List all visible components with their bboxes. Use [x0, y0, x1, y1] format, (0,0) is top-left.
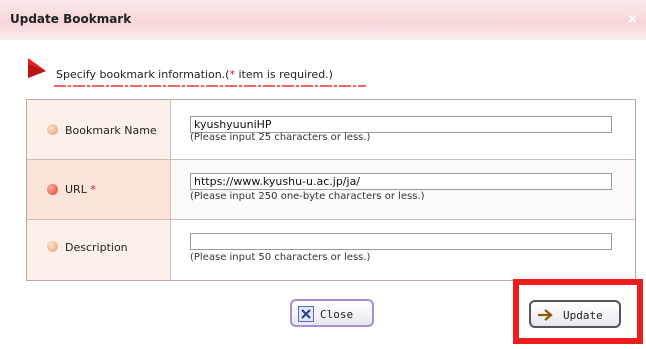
form-row-description: Description (Please input 50 characters … — [27, 220, 635, 280]
value-cell: (Please input 25 characters or less.) — [172, 100, 635, 159]
bookmark-form: Bookmark Name (Please input 25 character… — [26, 99, 636, 281]
bullet-icon — [47, 241, 58, 252]
dialog-close-icon[interactable]: × — [627, 12, 638, 27]
label-cell: Description — [27, 220, 171, 280]
value-cell: (Please input 50 characters or less.) — [172, 220, 635, 280]
bookmark-name-hint: (Please input 25 characters or less.) — [190, 132, 371, 143]
url-hint: (Please input 250 one-byte characters or… — [190, 191, 425, 202]
bullet-icon — [47, 184, 58, 195]
form-row-bookmark-name: Bookmark Name (Please input 25 character… — [27, 100, 635, 160]
close-button[interactable]: Close — [290, 299, 374, 327]
update-highlight-frame — [513, 279, 643, 344]
red-flag-icon — [28, 58, 46, 78]
bullet-icon — [47, 124, 58, 135]
value-cell: (Please input 250 one-byte characters or… — [172, 160, 635, 219]
instruction-underline — [54, 85, 366, 87]
instruction-banner: Specify bookmark information.(* item is … — [28, 58, 368, 88]
label-cell: Bookmark Name — [27, 100, 171, 159]
bookmark-name-label: Bookmark Name — [65, 124, 157, 137]
close-button-label: Close — [320, 308, 354, 321]
form-row-url: URL * (Please input 250 one-byte charact… — [27, 160, 635, 220]
dialog-title-bar: Update Bookmark × — [0, 0, 646, 40]
url-label: URL * — [65, 183, 96, 196]
bookmark-name-input[interactable] — [190, 116, 612, 133]
x-box-icon — [298, 306, 314, 322]
description-input[interactable] — [190, 233, 612, 250]
description-label: Description — [65, 241, 128, 254]
required-mark: * — [90, 183, 96, 196]
dialog-title: Update Bookmark — [10, 12, 132, 26]
label-cell: URL * — [27, 160, 171, 219]
instruction-text: Specify bookmark information.(* item is … — [56, 68, 333, 81]
url-input[interactable] — [190, 173, 612, 190]
description-hint: (Please input 50 characters or less.) — [190, 252, 371, 263]
